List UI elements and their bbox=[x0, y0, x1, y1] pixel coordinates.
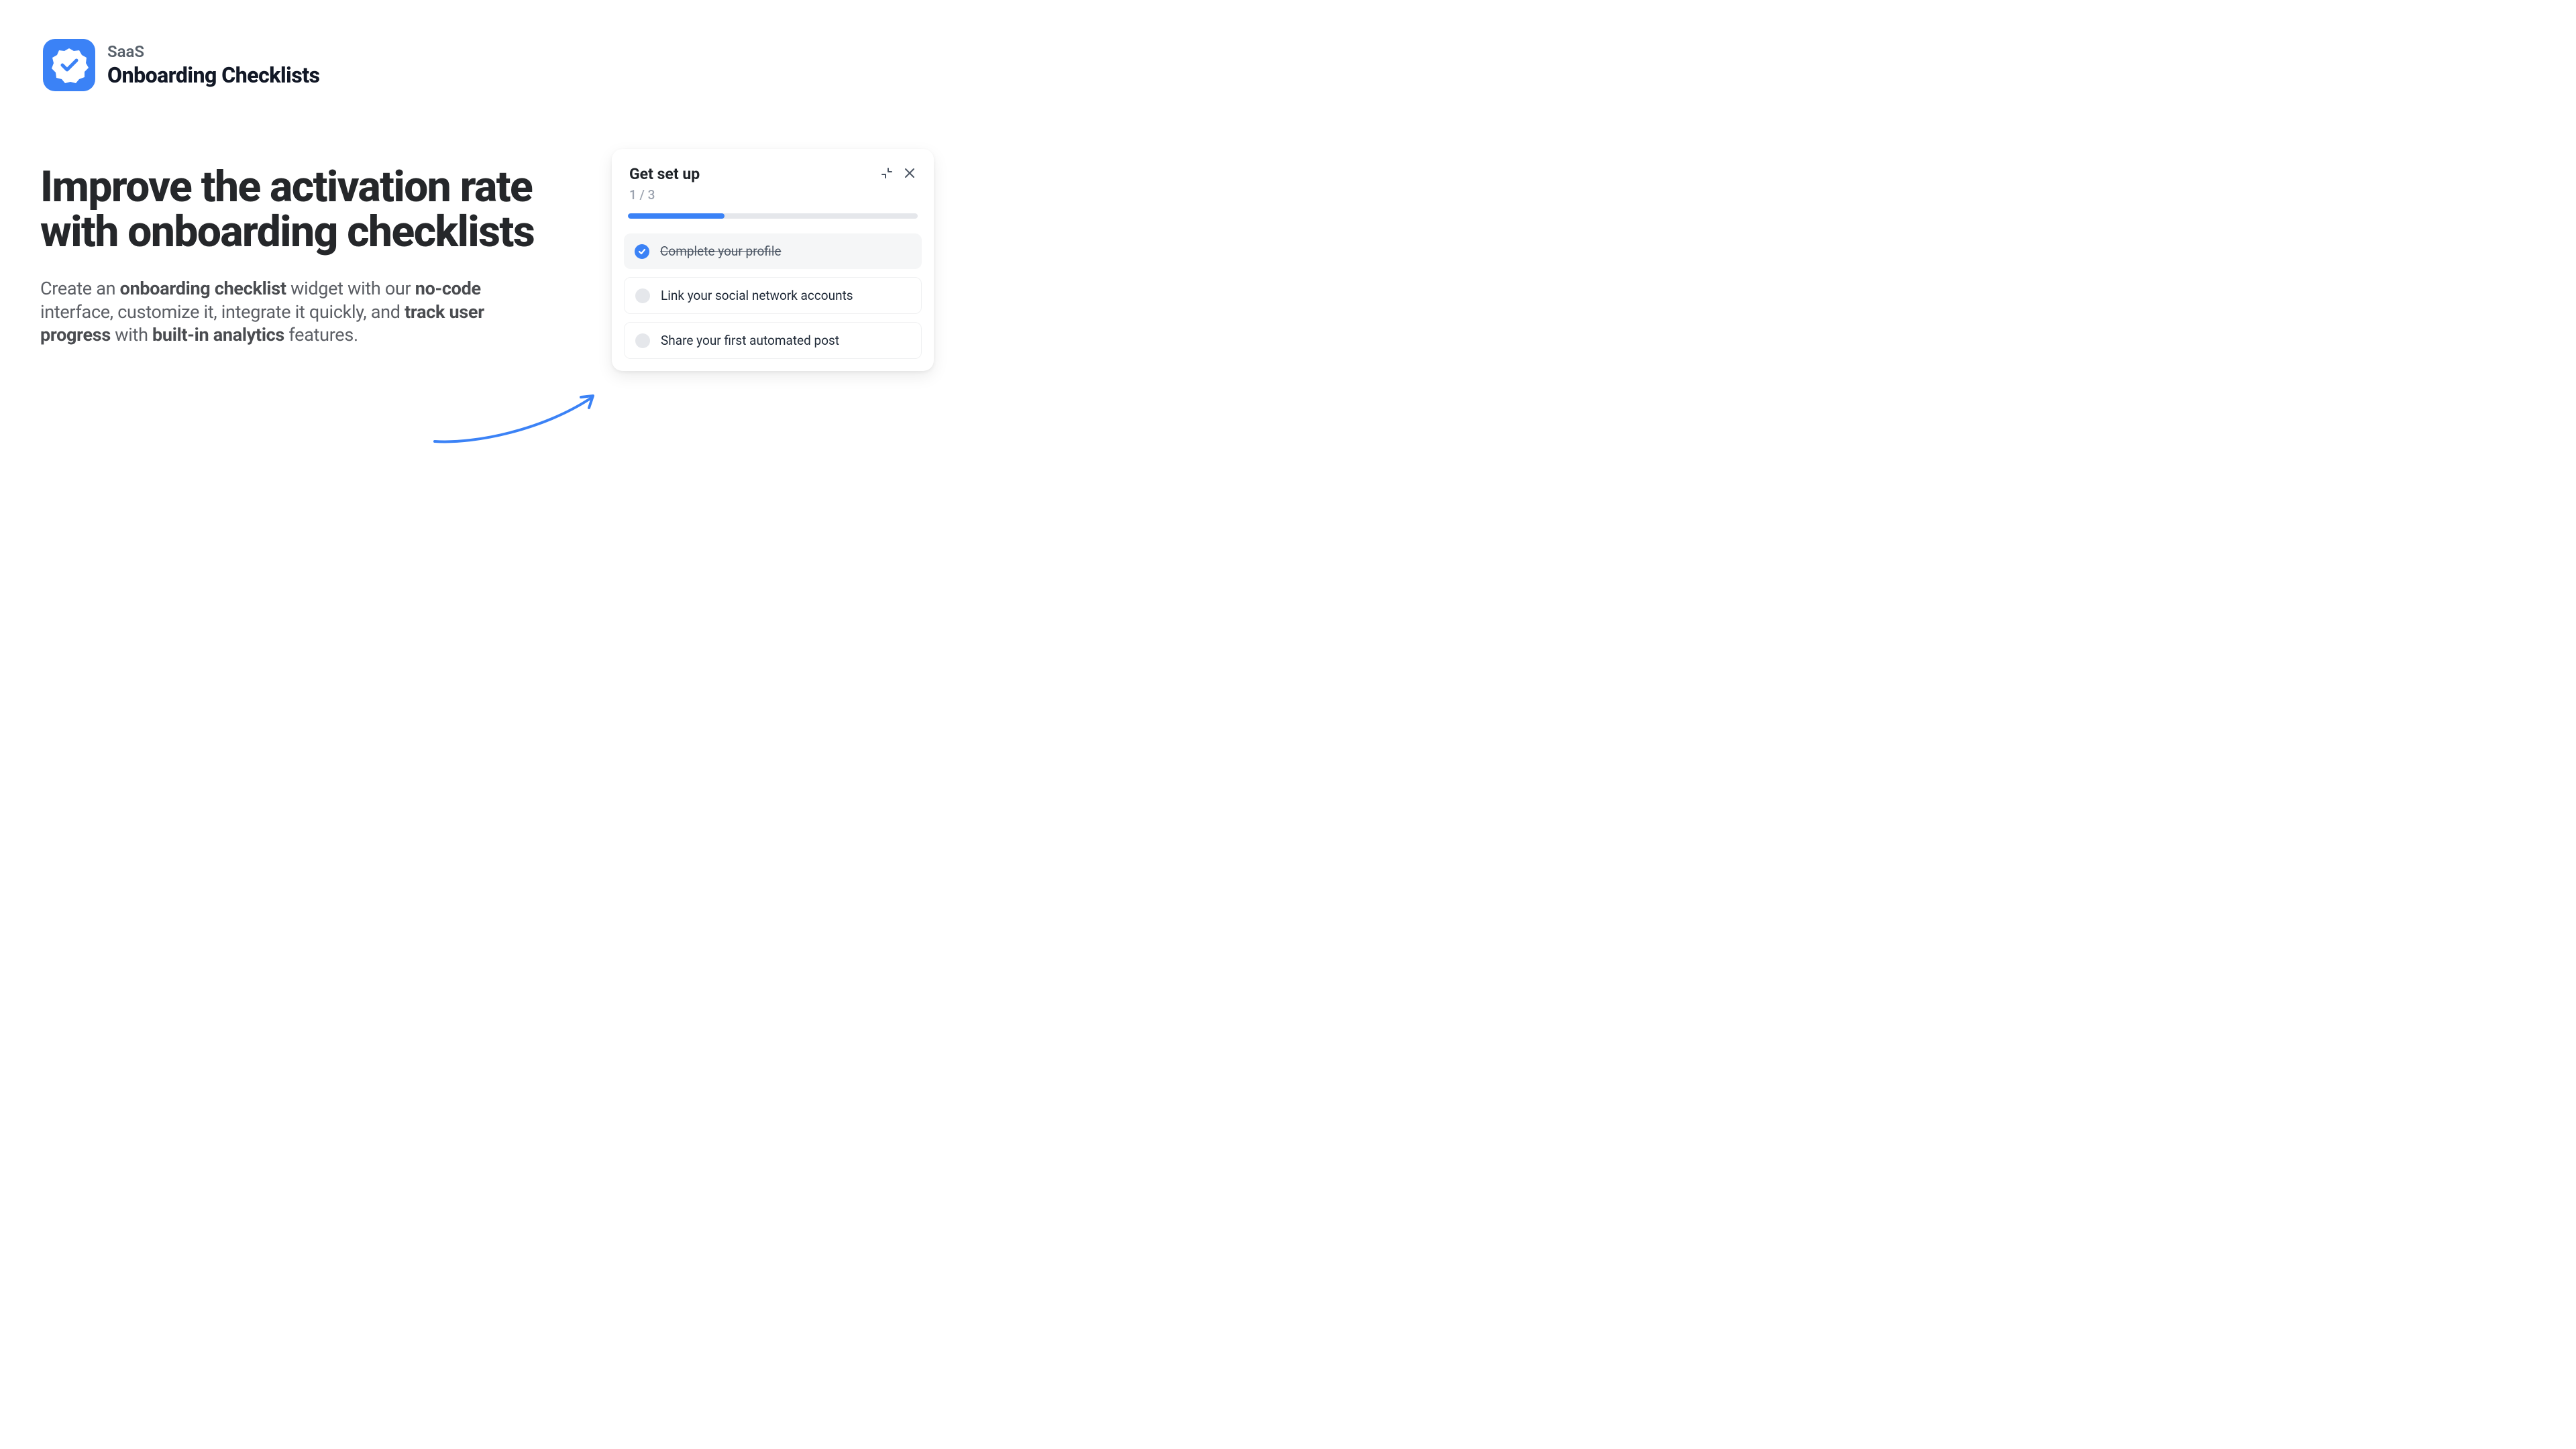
checklist-item-label: Link your social network accounts bbox=[661, 288, 853, 303]
widget-title: Get set up bbox=[629, 165, 700, 183]
checklist: Complete your profile Link your social n… bbox=[624, 233, 922, 359]
hero-text-fragment: with bbox=[111, 324, 152, 345]
brand-header: SaaS Onboarding Checklists bbox=[43, 39, 320, 91]
checklist-item[interactable]: Share your first automated post bbox=[624, 322, 922, 359]
hero-headline: Improve the activation rate with onboard… bbox=[40, 164, 550, 254]
hero-text-bold: no-code bbox=[415, 278, 481, 299]
brand-title: Onboarding Checklists bbox=[107, 62, 320, 88]
brand-text: SaaS Onboarding Checklists bbox=[107, 42, 320, 88]
progress-fill bbox=[628, 213, 724, 219]
minimize-icon bbox=[881, 167, 893, 179]
close-icon bbox=[904, 167, 916, 179]
hero-text-bold: onboarding checklist bbox=[120, 278, 286, 299]
check-circle-pending-icon bbox=[635, 333, 650, 348]
checklist-item-label: Share your first automated post bbox=[661, 333, 839, 348]
onboarding-widget: Get set up 1 / 3 Complete your profile bbox=[612, 149, 934, 371]
hero-text-fragment: features. bbox=[284, 324, 358, 345]
close-button[interactable] bbox=[903, 166, 916, 180]
hero-subtext: Create an onboarding checklist widget wi… bbox=[40, 277, 510, 347]
badge-check-icon bbox=[50, 46, 89, 85]
checklist-item-label: Complete your profile bbox=[660, 244, 782, 259]
widget-controls bbox=[880, 166, 916, 180]
minimize-button[interactable] bbox=[880, 166, 894, 180]
logo-icon bbox=[43, 39, 95, 91]
hero-text-fragment: interface, customize it, integrate it qu… bbox=[40, 301, 405, 323]
hero-text-fragment: widget with our bbox=[286, 278, 415, 299]
hero-text-bold: built-in analytics bbox=[152, 324, 284, 345]
check-circle-done-icon bbox=[635, 244, 649, 259]
progress-bar bbox=[628, 213, 918, 219]
checklist-item[interactable]: Complete your profile bbox=[624, 233, 922, 269]
hero-text-fragment: Create an bbox=[40, 278, 120, 299]
check-circle-pending-icon bbox=[635, 288, 650, 303]
widget-progress-counter: 1 / 3 bbox=[624, 187, 922, 203]
widget-header: Get set up bbox=[624, 165, 922, 183]
hero-section: Improve the activation rate with onboard… bbox=[40, 164, 550, 347]
curved-arrow-icon bbox=[429, 389, 604, 449]
brand-subtitle: SaaS bbox=[107, 42, 320, 61]
checklist-item[interactable]: Link your social network accounts bbox=[624, 277, 922, 314]
